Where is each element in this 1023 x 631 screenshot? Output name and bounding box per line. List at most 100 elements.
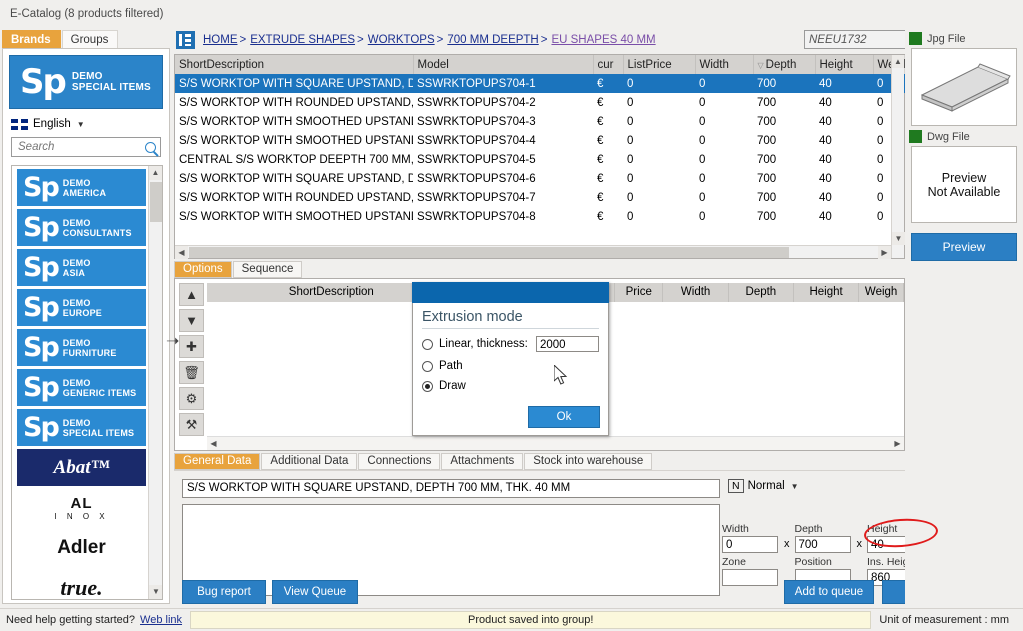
scroll-down-icon[interactable]: ▼ (892, 232, 905, 245)
options-horizontal-scrollbar[interactable]: ◀ ▶ (207, 436, 904, 450)
grid-horizontal-scrollbar[interactable]: ◀ ▶ (175, 245, 891, 259)
brand-logo-current[interactable]: Sp DEMO SPECIAL ITEMS (9, 55, 163, 109)
scroll-left-icon[interactable]: ◀ (207, 437, 220, 450)
move-down-button[interactable]: ▼ (179, 309, 204, 332)
action-buttons-row: Bug report View Queue Add to queue OK Cl… (174, 580, 1023, 606)
brand-list-item[interactable]: Adler (17, 529, 146, 566)
zone-label: Zone (722, 556, 746, 568)
column-header-model[interactable]: Model (413, 55, 594, 74)
scroll-right-icon[interactable]: ▶ (878, 246, 891, 259)
tab-general-data[interactable]: General Data (174, 453, 261, 470)
configure-button[interactable]: ⚙ (179, 387, 204, 410)
cell-price: 0 (623, 74, 695, 93)
cell-height: 40 (819, 172, 832, 185)
brand-list-item[interactable]: Sp DEMO SPECIAL ITEMS (17, 409, 146, 446)
tools-button[interactable]: ⚒ (179, 413, 204, 436)
grid-vertical-scrollbar[interactable]: ▲ ▼ (891, 55, 905, 258)
thickness-input[interactable]: 2000 (536, 336, 599, 352)
preview-button[interactable]: Preview (911, 233, 1017, 261)
column-header-depth[interactable]: ▽ Depth (753, 55, 816, 74)
help-text: Need help getting started? (6, 614, 136, 626)
column-header-width[interactable]: Width (695, 55, 754, 74)
cell-height: 40 (815, 74, 873, 93)
bug-report-button[interactable]: Bug report (182, 580, 266, 604)
column-header-listprice[interactable]: ListPrice (623, 55, 696, 74)
tab-connections[interactable]: Connections (358, 453, 441, 470)
depth-input[interactable]: 700 (794, 536, 851, 553)
table-row[interactable]: S/S WORKTOP WITH SMOOTHED UPSTAND, SSWRKT… (175, 131, 919, 150)
radio-linear-row[interactable]: Linear, thickness: 2000 (422, 336, 599, 352)
scroll-up-icon[interactable]: ▲ (149, 166, 162, 180)
scroll-up-icon[interactable]: ▲ (892, 55, 904, 68)
brand-list-item[interactable]: Sp DEMO EUROPE (17, 289, 146, 326)
cell-depth: 700 (757, 210, 777, 223)
tree-view-icon[interactable] (176, 31, 195, 49)
normal-dropdown[interactable]: N Normal ▼ (728, 479, 799, 493)
brand-list-item[interactable]: Sp DEMO ASIA (17, 249, 146, 286)
brand-list-item[interactable]: Sp DEMO GENERIC ITEMS (17, 369, 146, 406)
column-header-height[interactable]: Height (815, 55, 874, 74)
move-up-button[interactable]: ▲ (179, 283, 204, 306)
tab-brands[interactable]: Brands (2, 30, 61, 48)
table-row[interactable]: S/S WORKTOP WITH SQUARE UPSTAND, DE SSWRK… (175, 169, 919, 188)
tab-stock-into-warehouse[interactable]: Stock into warehouse (524, 453, 653, 470)
jpg-preview-frame[interactable] (911, 48, 1017, 126)
brand-name: DEMO EUROPE (62, 297, 102, 318)
worktop-thumbnail (920, 63, 1011, 112)
cell-height: 40 (819, 134, 832, 147)
table-row[interactable]: S/S WORKTOP WITH SMOOTHED UPSTAND, SSWRKT… (175, 207, 919, 226)
radio-draw-row[interactable]: Draw (422, 380, 599, 392)
scroll-right-icon[interactable]: ▶ (891, 437, 904, 450)
brand-list-item[interactable]: Sp DEMO FURNITURE (17, 329, 146, 366)
breadcrumb-item-1[interactable]: EXTRUDE SHAPES (250, 34, 355, 46)
tab-attachments[interactable]: Attachments (441, 453, 524, 470)
cell-price: 0 (627, 96, 634, 109)
cell-price: 0 (627, 172, 634, 185)
add-button[interactable]: ✚ (179, 335, 204, 358)
column-header-shortdescription[interactable]: ShortDescription (175, 55, 414, 74)
radio-path[interactable] (422, 360, 433, 372)
table-row[interactable]: S/S WORKTOP WITH ROUNDED UPSTAND, [SSWRK… (175, 188, 919, 207)
tab-groups[interactable]: Groups (61, 30, 119, 48)
brand-list-scrollbar[interactable]: ▲ ▼ (148, 166, 162, 599)
add-to-queue-button[interactable]: Add to queue (784, 580, 874, 604)
tab-sequence[interactable]: Sequence (232, 261, 303, 278)
radio-path-row[interactable]: Path (422, 360, 599, 372)
view-queue-button[interactable]: View Queue (272, 580, 358, 604)
delete-button[interactable]: 🗑 (179, 361, 204, 384)
table-row[interactable]: S/S WORKTOP WITH SMOOTHED UPSTAND, SSWRKT… (175, 112, 919, 131)
scroll-thumb[interactable] (150, 182, 162, 222)
product-grid[interactable]: ShortDescription Model cur ListPrice Width ▽ D… (174, 54, 920, 259)
sp-logo-mark: Sp (23, 212, 60, 243)
brand-list-item[interactable]: true. (17, 569, 146, 600)
breadcrumb-item-0[interactable]: HOME (203, 34, 238, 46)
language-selector[interactable]: English ▼ (11, 118, 169, 130)
breadcrumb-item-3[interactable]: 700 MM DEEPTH (447, 34, 538, 46)
brand-list-item[interactable]: AL I N O X (17, 489, 146, 526)
breadcrumb-item-2[interactable]: WORKTOPS (368, 34, 435, 46)
dialog-ok-button[interactable]: Ok (528, 406, 600, 428)
radio-linear[interactable] (422, 338, 433, 350)
brand-list-item[interactable]: Sp DEMO CONSULTANTS (17, 209, 146, 246)
scroll-left-icon[interactable]: ◀ (175, 246, 188, 259)
scroll-thumb[interactable] (189, 247, 789, 258)
brand-list-item[interactable]: Sp DEMO AMERICA (17, 169, 146, 206)
search-box[interactable] (11, 137, 161, 157)
scroll-down-icon[interactable]: ▼ (149, 585, 162, 599)
table-row[interactable]: CENTRAL S/S WORKTOP DEEPTH 700 MM, 1 SSWR… (175, 150, 919, 169)
breadcrumb-item-4[interactable]: EU SHAPES 40 MM (551, 34, 655, 46)
sp-logo-mark: Sp (23, 332, 60, 363)
web-link[interactable]: Web link (140, 614, 182, 626)
tab-options[interactable]: Options (174, 261, 232, 278)
description-input[interactable]: S/S WORKTOP WITH SQUARE UPSTAND, DEPTH 7… (182, 479, 720, 498)
column-header-cur[interactable]: cur (593, 55, 624, 74)
table-row[interactable]: S/S WORKTOP WITH ROUNDED UPSTAND, [SSWRK… (175, 93, 919, 112)
search-input[interactable] (16, 140, 136, 154)
width-input[interactable]: 0 (722, 536, 778, 553)
radio-draw[interactable] (422, 380, 433, 392)
brand-list-item[interactable]: Abat™ (17, 449, 146, 486)
tab-additional-data[interactable]: Additional Data (261, 453, 358, 470)
brand-list[interactable]: Sp DEMO AMERICA Sp DEMO CONSULTANTS Sp DEMO ASIA… (11, 165, 163, 600)
cell-height: 40 (819, 115, 832, 128)
table-row[interactable]: S/S WORKTOP WITH SQUARE UPSTAND, DE SSWRK… (175, 74, 919, 93)
